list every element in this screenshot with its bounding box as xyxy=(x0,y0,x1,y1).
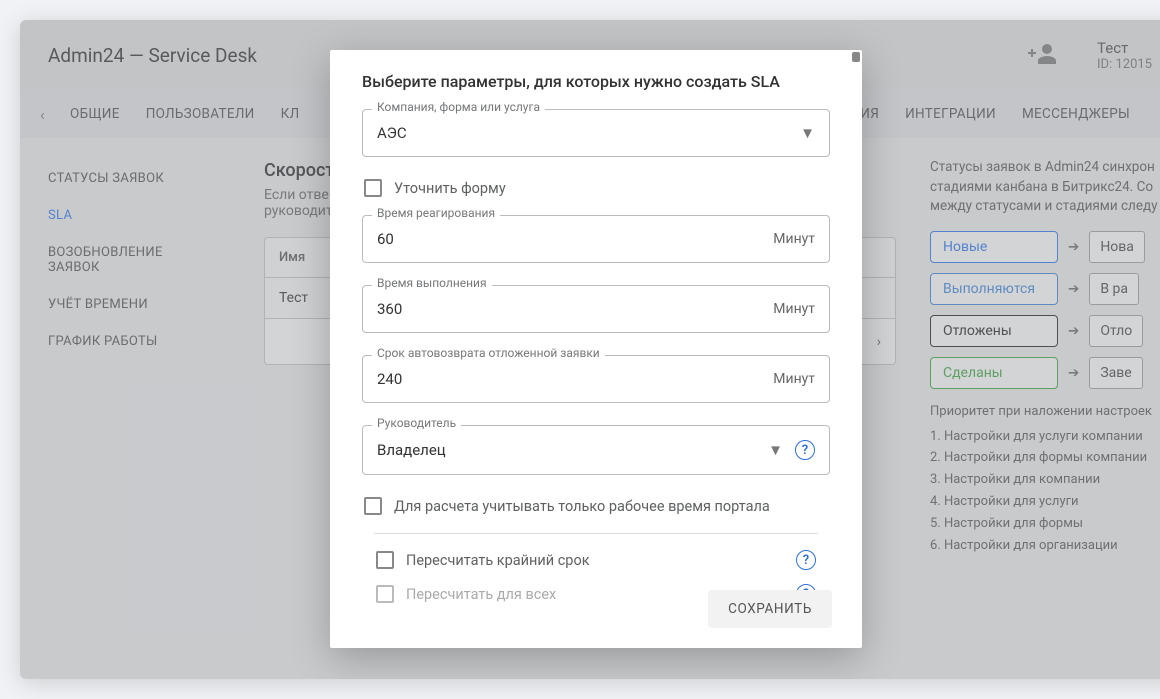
checkbox-icon xyxy=(376,585,394,603)
modal-scrollbar[interactable] xyxy=(852,52,860,62)
complete-field: Время выполнения 360 Минут xyxy=(362,285,830,333)
modal-body: Выберите параметры, для которых нужно со… xyxy=(330,50,862,648)
recalc-deadline-label: Пересчитать крайний срок xyxy=(406,552,776,569)
worktime-checkbox[interactable]: Для расчета учитывать только рабочее вре… xyxy=(362,497,830,515)
worktime-label: Для расчета учитывать только рабочее вре… xyxy=(394,498,770,515)
reaction-input[interactable]: 60 Минут xyxy=(362,215,830,263)
refine-form-label: Уточнить форму xyxy=(394,180,506,197)
autoreturn-input[interactable]: 240 Минут xyxy=(362,355,830,403)
divider xyxy=(374,533,818,534)
company-field: Компания, форма или услуга АЭС ▼ xyxy=(362,109,830,157)
reaction-field: Время реагирования 60 Минут xyxy=(362,215,830,263)
autoreturn-unit: Минут xyxy=(773,371,815,387)
complete-unit: Минут xyxy=(773,301,815,317)
complete-value: 360 xyxy=(377,300,402,318)
help-icon[interactable]: ? xyxy=(795,440,815,460)
complete-label: Время выполнения xyxy=(372,276,492,290)
autoreturn-label: Срок автовозврата отложенной заявки xyxy=(372,346,605,360)
save-button[interactable]: СОХРАНИТЬ xyxy=(708,590,832,628)
autoreturn-field: Срок автовозврата отложенной заявки 240 … xyxy=(362,355,830,403)
modal-title: Выберите параметры, для которых нужно со… xyxy=(362,72,830,91)
dropdown-icon: ▼ xyxy=(768,441,783,459)
recalc-deadline-checkbox[interactable]: Пересчитать крайний срок ? xyxy=(376,550,816,570)
company-label: Компания, форма или услуга xyxy=(372,100,545,114)
manager-value: Владелец xyxy=(377,441,446,459)
manager-select[interactable]: Владелец ▼ ? xyxy=(362,425,830,475)
checkbox-icon xyxy=(364,179,382,197)
autoreturn-value: 240 xyxy=(377,370,402,388)
reaction-value: 60 xyxy=(377,230,394,248)
manager-label: Руководитель xyxy=(372,416,461,430)
manager-field: Руководитель Владелец ▼ ? xyxy=(362,425,830,475)
dropdown-icon: ▼ xyxy=(800,124,815,142)
company-value: АЭС xyxy=(377,124,407,142)
sla-modal: Выберите параметры, для которых нужно со… xyxy=(330,50,862,648)
checkbox-icon xyxy=(376,551,394,569)
app-frame: Admin24 — Service Desk Тест ID: 12015 ‹ … xyxy=(20,20,1160,679)
checkbox-icon xyxy=(364,497,382,515)
refine-form-checkbox[interactable]: Уточнить форму xyxy=(362,179,830,197)
reaction-unit: Минут xyxy=(773,231,815,247)
company-select[interactable]: АЭС ▼ xyxy=(362,109,830,157)
help-icon[interactable]: ? xyxy=(796,550,816,570)
complete-input[interactable]: 360 Минут xyxy=(362,285,830,333)
reaction-label: Время реагирования xyxy=(372,206,500,220)
